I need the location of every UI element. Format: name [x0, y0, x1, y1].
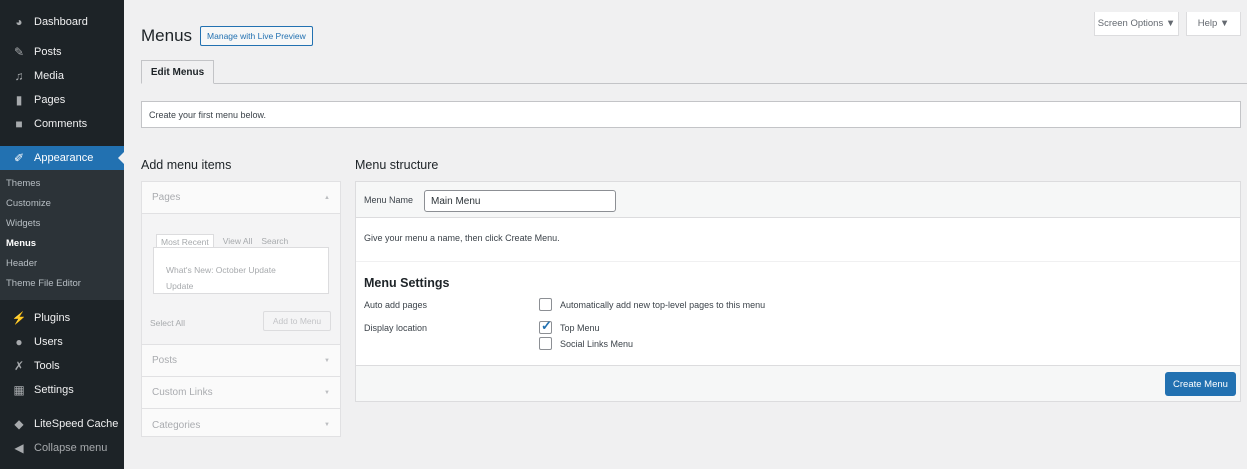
sidebar-item-appearance[interactable]: ✐ Appearance: [0, 146, 124, 170]
menu-name-label: Menu Name: [364, 195, 414, 205]
submenu-item-customize[interactable]: Customize: [0, 194, 124, 214]
add-to-menu-button[interactable]: Add to Menu: [263, 311, 331, 331]
create-menu-button[interactable]: Create Menu: [1165, 372, 1236, 396]
add-items-accordion: Pages ▲ Posts ▼ Custom Links ▼ Categorie…: [141, 181, 341, 437]
sidebar-item-label: Settings: [34, 384, 74, 396]
submenu-item-menus[interactable]: Menus: [0, 234, 124, 254]
menu-footer: Create Menu: [356, 365, 1240, 401]
submenu-item-header[interactable]: Header: [0, 254, 124, 274]
chevron-down-icon: ▼: [324, 389, 330, 396]
page-header: Menus Manage with Live Preview: [141, 26, 313, 46]
admin-sidebar: ◕ Dashboard ✎ Posts ♫ Media ▮ Pages ■ Co…: [0, 0, 124, 469]
submenu-item-widgets[interactable]: Widgets: [0, 214, 124, 234]
users-icon: ●: [15, 335, 23, 349]
add-menu-items-heading: Add menu items: [141, 158, 232, 172]
submenu-item-themes[interactable]: Themes: [0, 174, 124, 194]
brush-icon: ✐: [13, 151, 25, 165]
media-icon: ♫: [14, 69, 24, 83]
screen-options-button[interactable]: Screen Options ▼: [1094, 12, 1179, 36]
sidebar-item-media[interactable]: ♫ Media: [0, 64, 124, 88]
tabs-divider: [141, 83, 1247, 84]
menu-structure-panel: Menu Name Give your menu a name, then cl…: [355, 181, 1241, 402]
sidebar-item-litespeed-cache[interactable]: ◆ LiteSpeed Cache: [0, 412, 124, 436]
auto-add-pages-option: Automatically add new top-level pages to…: [560, 300, 766, 310]
wrench-icon: ✗: [13, 359, 25, 373]
sidebar-item-tools[interactable]: ✗ Tools: [0, 354, 124, 378]
sidebar-item-label: Dashboard: [34, 16, 88, 28]
accordion-custom-links-header[interactable]: Custom Links ▼: [142, 377, 340, 409]
plug-icon: ⚡: [11, 311, 27, 325]
sidebar-item-posts[interactable]: ✎ Posts: [0, 40, 124, 64]
divider: [356, 261, 1240, 262]
sidebar-item-label: Tools: [34, 360, 60, 372]
accordion-title: Pages: [152, 192, 181, 203]
sidebar-item-settings[interactable]: ▦ Settings: [0, 378, 124, 402]
chevron-down-icon: ▼: [324, 422, 330, 428]
submenu-item-theme-file-editor[interactable]: Theme File Editor: [0, 274, 124, 294]
sidebar-item-label: LiteSpeed Cache: [34, 418, 119, 430]
menu-structure-heading: Menu structure: [355, 158, 439, 172]
display-location-label: Display location: [364, 323, 428, 333]
pin-icon: ✎: [13, 45, 25, 59]
top-menu-checkbox[interactable]: [539, 318, 552, 334]
comments-icon: ■: [15, 117, 23, 131]
collapse-menu-button[interactable]: ◀ Collapse menu: [0, 436, 124, 460]
sidebar-item-label: Comments: [34, 118, 88, 130]
pages-icon: ▮: [15, 93, 23, 107]
sidebar-item-plugins[interactable]: ⚡ Plugins: [0, 306, 124, 330]
notice-message: Create your first menu below.: [141, 101, 1241, 128]
appearance-submenu: Themes Customize Widgets Menus Header Th…: [0, 170, 124, 300]
page-title: Menus: [141, 26, 193, 45]
sidebar-item-dashboard[interactable]: ◕ Dashboard: [0, 10, 124, 34]
tab-edit-menus[interactable]: Edit Menus: [141, 60, 214, 84]
accordion-categories-header[interactable]: Categories ▼: [142, 409, 340, 441]
sidebar-item-label: Appearance: [34, 152, 94, 164]
auto-add-pages-checkbox[interactable]: [539, 298, 552, 311]
sidebar-item-label: Media: [34, 70, 64, 82]
accordion-title: Categories: [152, 419, 201, 431]
menu-hint-text: Give your menu a name, then click Create…: [364, 233, 560, 243]
page-list-item[interactable]: What's New: October Update Update: [166, 262, 296, 294]
sidebar-item-comments[interactable]: ■ Comments: [0, 112, 124, 136]
social-links-menu-label: Social Links Menu: [560, 339, 634, 349]
sidebar-item-label: Users: [34, 336, 63, 348]
select-all-link[interactable]: Select All: [150, 318, 185, 328]
sidebar-item-label: Plugins: [34, 312, 71, 324]
chevron-up-icon: ▲: [324, 194, 330, 201]
auto-add-pages-label: Auto add pages: [364, 300, 428, 310]
sidebar-item-label: Pages: [34, 94, 66, 106]
menu-name-row: Menu Name: [356, 182, 1240, 218]
sidebar-item-label: Collapse menu: [34, 442, 108, 454]
menu-settings-title: Menu Settings: [364, 276, 450, 290]
social-links-menu-checkbox[interactable]: [539, 337, 552, 350]
help-button[interactable]: Help ▼: [1186, 12, 1241, 36]
live-preview-button[interactable]: Manage with Live Preview: [200, 26, 313, 46]
accordion-pages-header[interactable]: Pages ▲: [142, 182, 340, 214]
collapse-icon: ◀: [14, 441, 24, 455]
settings-icon: ▦: [13, 383, 25, 397]
sidebar-item-users[interactable]: ● Users: [0, 330, 124, 354]
menu-name-input[interactable]: [424, 190, 616, 212]
accordion-title: Custom Links: [152, 387, 213, 398]
accordion-posts-header[interactable]: Posts ▼: [142, 345, 340, 377]
sidebar-item-label: Posts: [34, 46, 62, 58]
top-menu-label: Top Menu: [560, 323, 600, 333]
accordion-title: Posts: [152, 355, 178, 366]
chevron-down-icon: ▼: [324, 357, 330, 364]
sidebar-item-pages[interactable]: ▮ Pages: [0, 88, 124, 112]
litespeed-icon: ◆: [14, 417, 24, 431]
dashboard-icon: ◕: [15, 15, 23, 29]
